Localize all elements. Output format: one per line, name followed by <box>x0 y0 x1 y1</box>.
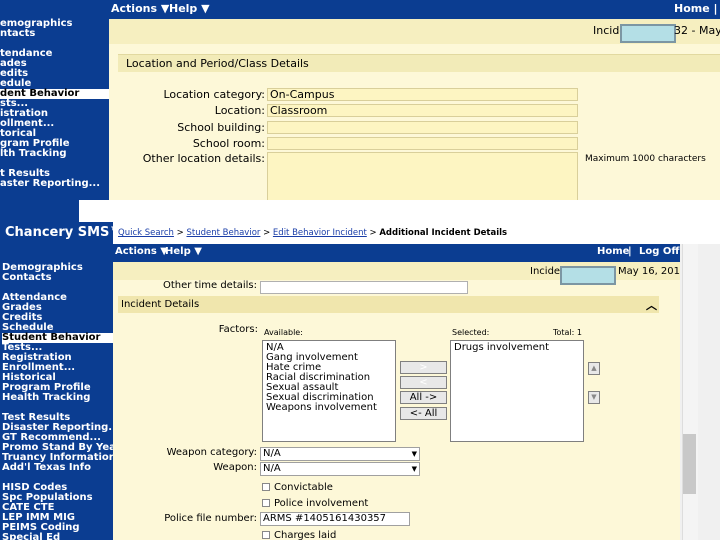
school-building-field[interactable] <box>267 121 578 134</box>
location-category-label: Location category: <box>163 88 265 101</box>
breadcrumb-sep: > <box>263 228 271 238</box>
move-down-button[interactable]: ▼ <box>588 391 600 404</box>
sidebar-item[interactable]: Health Tracking <box>2 393 113 403</box>
add-button[interactable]: > <box>400 361 447 374</box>
location-category-value: On-Campus <box>270 88 335 101</box>
checkbox-box <box>262 531 270 539</box>
redaction-box <box>620 24 676 43</box>
weapon-category-select[interactable]: N/A ▼ <box>260 447 420 461</box>
location-field[interactable]: Classroom <box>267 104 578 117</box>
weapon-label: Weapon: <box>213 462 257 473</box>
sidebar-item[interactable]: Add'l Texas Info <box>2 463 113 473</box>
top-incident-suffix: 32 - May <box>674 24 720 37</box>
location-label: Location: <box>214 104 265 117</box>
other-location-textarea[interactable] <box>267 152 578 200</box>
bottom-content: Incide May 16, 2014 Other time details: … <box>113 262 686 541</box>
location-value: Classroom <box>270 104 328 117</box>
available-label: Available: <box>264 328 303 337</box>
top-incident-bar: Incide 32 - May <box>109 19 720 44</box>
bottom-help-menu[interactable]: Help ▼ <box>165 246 202 257</box>
charges-laid-label: Charges laid <box>274 530 337 541</box>
school-room-label: School room: <box>192 137 265 150</box>
sidebar-item[interactable]: aster Reporting... <box>0 179 109 189</box>
sidebar-item[interactable]: Special Ed <box>2 533 113 543</box>
weapon-category-value: N/A <box>263 448 281 459</box>
available-factors-list[interactable]: N/A Gang involvement Hate crime Racial disc… <box>262 340 396 442</box>
location-category-field[interactable]: On-Campus <box>267 88 578 101</box>
collapse-icon[interactable]: ︿ <box>646 297 657 313</box>
bottom-logoff-link[interactable]: Log Off <box>639 246 679 257</box>
breadcrumb-quick-search[interactable]: Quick Search <box>118 228 174 238</box>
other-location-label: Other location details: <box>142 152 265 165</box>
convictable-checkbox[interactable]: Convictable <box>262 482 333 493</box>
top-home-link[interactable]: Home | <box>674 2 718 15</box>
factors-label: Factors: <box>218 324 258 335</box>
police-involvement-checkbox[interactable]: Police involvement <box>262 498 368 509</box>
vertical-scrollbar[interactable] <box>680 244 720 540</box>
bottom-home-link[interactable]: Home <box>597 246 629 257</box>
charges-laid-checkbox[interactable]: Charges laid <box>262 530 336 541</box>
checkbox-box <box>262 499 270 507</box>
convictable-label: Convictable <box>274 482 333 493</box>
top-section-header: Location and Period/Class Details <box>118 54 720 72</box>
chevron-down-icon: ▼ <box>411 450 417 458</box>
top-sidebar-lower <box>0 200 79 222</box>
move-up-button[interactable]: ▲ <box>588 362 600 375</box>
breadcrumb-current: Additional Incident Details <box>379 228 508 238</box>
selected-label: Selected: <box>452 328 490 337</box>
chevron-down-icon: ▼ <box>411 465 417 473</box>
school-building-label: School building: <box>177 121 265 134</box>
incident-details-title: Incident Details <box>121 299 200 310</box>
list-option[interactable]: Drugs involvement <box>454 343 580 353</box>
remove-button[interactable]: < <box>400 376 447 389</box>
police-involvement-label: Police involvement <box>274 498 369 509</box>
sidebar-item[interactable]: lth Tracking <box>0 149 109 159</box>
top-actions-menu[interactable]: Actions ▼ <box>111 2 169 15</box>
bottom-incident-bar: Incide May 16, 2014 <box>113 262 686 285</box>
top-content: Incide 32 - May Location and Period/Clas… <box>109 19 720 200</box>
breadcrumb-student-behavior[interactable]: Student Behavior <box>186 228 260 238</box>
police-file-field[interactable]: ARMS #1405161430357 <box>260 512 410 526</box>
scrollbar-track <box>682 244 698 540</box>
top-section-title: Location and Period/Class Details <box>126 57 309 70</box>
weapon-value: N/A <box>263 463 281 474</box>
incident-details-header: Incident Details ︿ <box>118 296 659 313</box>
weapon-category-label: Weapon category: <box>166 447 257 458</box>
top-menu-bar: Actions ▼ Help ▼ Home | <box>109 0 720 19</box>
checkbox-box <box>262 483 270 491</box>
top-screenshot: emographics ntacts tendance ades edits edule d… <box>0 0 720 222</box>
breadcrumb-sep: > <box>176 228 184 238</box>
menu-divider: | <box>628 246 632 257</box>
sidebar-item[interactable]: Guidance <box>2 543 113 553</box>
top-sidebar: emographics ntacts tendance ades edits edule d… <box>0 0 109 200</box>
bottom-screenshot: Chancery SMS™ Demographics Contacts Attend… <box>0 222 720 553</box>
school-room-field[interactable] <box>267 137 578 150</box>
breadcrumb-sep: > <box>369 228 377 238</box>
redaction-box <box>560 266 616 285</box>
breadcrumb: Quick Search > Student Behavior > Edit B… <box>113 222 680 244</box>
police-file-label: Police file number: <box>164 513 257 524</box>
other-time-field[interactable] <box>260 281 468 294</box>
selected-factors-list[interactable]: Drugs involvement <box>450 340 584 442</box>
top-help-menu[interactable]: Help ▼ <box>169 2 210 15</box>
app-logo: Chancery SMS™ <box>0 222 122 244</box>
app-logo-text: Chancery SMS™ <box>5 225 123 240</box>
total-count: Total: 1 <box>553 328 583 337</box>
bottom-incident-label: Incide <box>530 266 561 277</box>
remove-all-button[interactable]: <- All <box>400 407 447 420</box>
bottom-actions-menu[interactable]: Actions ▼ <box>115 246 168 257</box>
max-chars-note: Maximum 1000 characters <box>585 154 706 164</box>
bottom-sidebar: Demographics Contacts Attendance Grades Cred… <box>0 244 131 553</box>
sidebar-item[interactable]: Contacts <box>2 273 113 283</box>
other-time-label: Other time details: <box>162 280 257 291</box>
bottom-incident-date: May 16, 2014 <box>618 266 687 277</box>
scrollbar-thumb[interactable] <box>683 434 696 494</box>
list-option[interactable]: Weapons involvement <box>266 403 392 413</box>
breadcrumb-edit-incident[interactable]: Edit Behavior Incident <box>273 228 367 238</box>
bottom-menu-bar: Actions ▼ Help ▼ Home | Log Off <box>113 244 680 262</box>
weapon-select[interactable]: N/A ▼ <box>260 462 420 476</box>
add-all-button[interactable]: All -> <box>400 391 447 404</box>
sidebar-item[interactable]: ntacts <box>0 29 109 39</box>
